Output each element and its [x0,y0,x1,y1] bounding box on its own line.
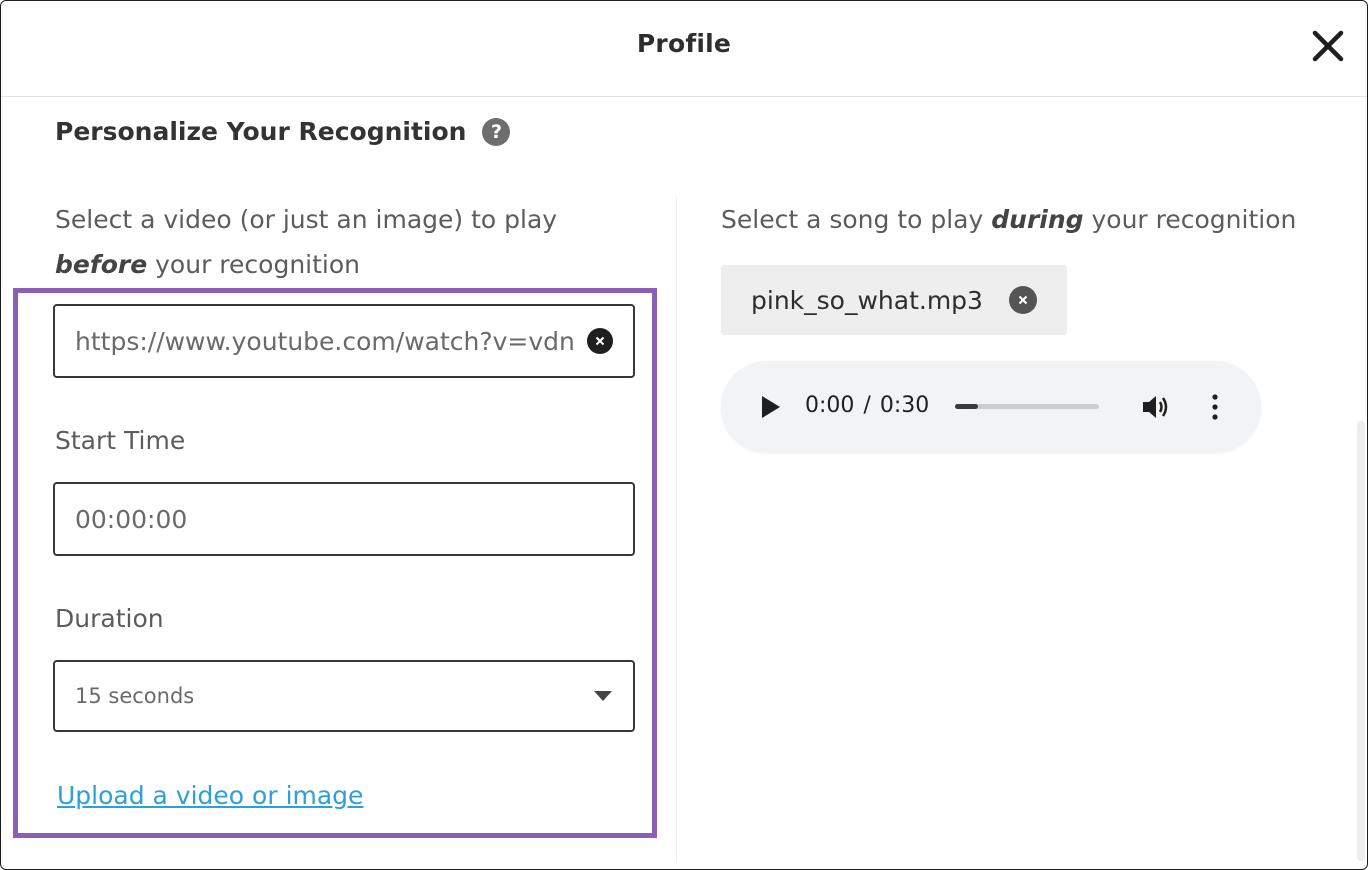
duration-label: Duration [55,604,164,633]
column-divider [676,197,677,861]
song-desc-before: Select a song to play [721,205,992,234]
progress-fill [955,404,979,409]
dialog-header: Profile [1,1,1367,97]
song-desc-after: your recognition [1083,205,1297,234]
profile-dialog: Profile Personalize Your Recognition ? S… [0,0,1368,870]
song-desc-emphasis: during [991,205,1084,234]
remove-song-icon[interactable] [1009,286,1037,314]
duration-select[interactable]: 15 seconds [53,660,635,732]
clear-url-icon[interactable] [587,328,613,354]
video-url-input[interactable] [75,326,587,356]
dialog-title: Profile [636,29,732,58]
video-desc-emphasis: before [55,250,148,279]
duration-selected-value: 15 seconds [75,684,195,708]
video-desc-after: your recognition [147,250,360,279]
scrollbar[interactable] [1357,421,1365,861]
audio-player: 0:00 / 0:30 [721,361,1261,453]
total-time: 0:30 [879,393,930,418]
video-url-field [53,304,635,378]
more-vertical-icon [1212,394,1218,420]
volume-button[interactable] [1141,393,1171,421]
volume-icon [1143,396,1168,418]
more-options-button[interactable] [1205,393,1225,421]
song-file-chip: pink_so_what.mp3 [721,265,1067,335]
play-icon [762,396,780,418]
time-separator: / [863,393,871,418]
song-description: Select a song to play during your recogn… [721,197,1341,242]
video-desc-before: Select a video (or just an image) to pla… [55,205,558,234]
upload-video-link[interactable]: Upload a video or image [57,781,363,810]
start-time-input[interactable] [75,504,613,534]
close-icon [1312,30,1344,62]
video-description: Select a video (or just an image) to pla… [55,197,645,287]
section-title: Personalize Your Recognition ? [55,117,511,146]
start-time-field [53,482,635,556]
help-icon[interactable]: ? [482,117,511,146]
time-display: 0:00 / 0:30 [805,393,929,418]
close-button[interactable] [1311,29,1345,63]
start-time-label: Start Time [55,426,186,455]
section-title-text: Personalize Your Recognition [55,117,467,146]
chevron-down-icon [594,691,612,701]
current-time: 0:00 [805,393,855,418]
song-file-name: pink_so_what.mp3 [751,285,983,315]
play-button[interactable] [759,394,783,420]
progress-bar[interactable] [955,404,1099,409]
